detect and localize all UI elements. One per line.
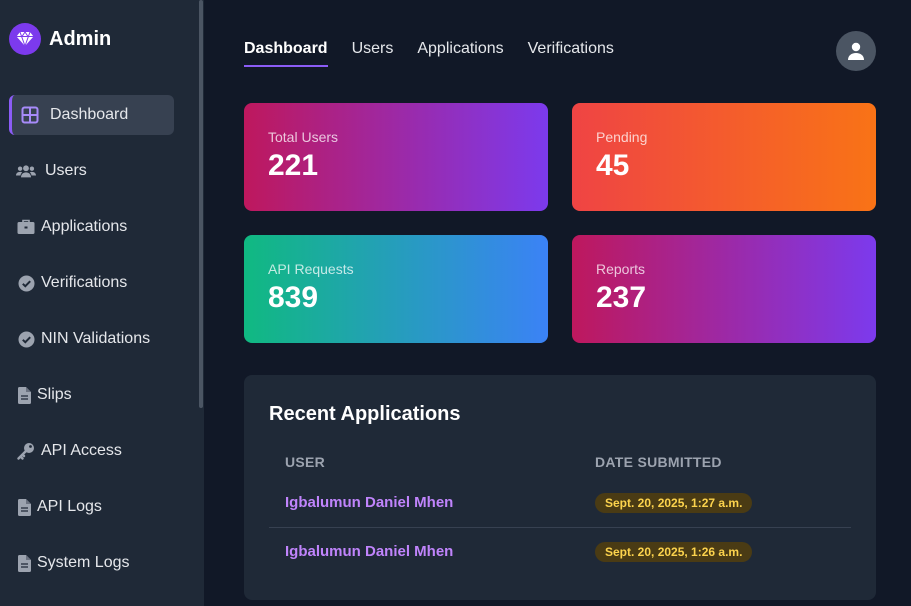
key-icon xyxy=(16,441,36,461)
tab-applications[interactable]: Applications xyxy=(417,40,503,67)
sidebar-item-dashboard[interactable]: Dashboard xyxy=(9,95,174,135)
file-icon xyxy=(16,497,32,517)
sidebar-item-system-logs[interactable]: System Logs xyxy=(9,543,174,583)
briefcase-icon xyxy=(16,217,36,237)
sidebar-item-label: System Logs xyxy=(37,554,130,571)
tab-dashboard[interactable]: Dashboard xyxy=(244,40,328,67)
top-nav: Dashboard Users Applications Verificatio… xyxy=(244,40,638,68)
stat-value: 237 xyxy=(596,281,647,314)
sidebar-scrollbar[interactable] xyxy=(198,0,204,606)
sidebar-item-applications[interactable]: Applications xyxy=(9,207,174,247)
sidebar: Admin Dashboard Users Applications Verif… xyxy=(0,0,204,606)
sidebar-item-users[interactable]: Users xyxy=(9,151,174,191)
avatar[interactable] xyxy=(836,31,876,71)
sidebar-item-label: Applications xyxy=(41,218,128,235)
sidebar-scrollbar-thumb[interactable] xyxy=(199,0,203,408)
sidebar-item-slips[interactable]: Slips xyxy=(9,375,174,415)
sidebar-item-api-access[interactable]: API Access xyxy=(9,431,174,471)
stat-value: 221 xyxy=(268,149,319,182)
brand-name: Admin xyxy=(49,27,112,50)
recent-applications-panel: Recent Applications USER DATE SUBMITTED … xyxy=(244,375,876,600)
date-badge: Sept. 20, 2025, 1:26 a.m. xyxy=(595,542,753,562)
file-icon xyxy=(16,385,32,405)
sidebar-item-label: NIN Validations xyxy=(41,330,151,347)
stat-value: 839 xyxy=(268,281,319,314)
dashboard-grid-icon xyxy=(20,105,40,125)
stat-label: Total Users xyxy=(268,129,339,145)
stat-value: 45 xyxy=(596,149,630,182)
stat-label: API Requests xyxy=(268,261,354,277)
check-circle-icon xyxy=(16,273,36,293)
table-row: Igbalumun Daniel Mhen Sept. 20, 2025, 1:… xyxy=(269,480,851,528)
sidebar-item-label: Verifications xyxy=(41,274,128,291)
column-header-user: USER xyxy=(285,454,326,470)
sidebar-item-label: Slips xyxy=(37,386,72,403)
stat-card-api-requests: API Requests 839 xyxy=(244,235,548,343)
date-badge: Sept. 20, 2025, 1:27 a.m. xyxy=(595,493,753,513)
stat-card-reports: Reports 237 xyxy=(572,235,876,343)
stat-card-pending: Pending 45 xyxy=(572,103,876,211)
sidebar-item-label: Dashboard xyxy=(50,106,129,123)
file-icon xyxy=(16,553,32,573)
stat-label: Reports xyxy=(596,261,646,277)
column-header-date-submitted: DATE SUBMITTED xyxy=(595,454,722,470)
sidebar-item-label: API Logs xyxy=(37,498,102,515)
sidebar-item-verifications[interactable]: Verifications xyxy=(9,263,174,303)
brand[interactable]: Admin xyxy=(9,23,111,55)
stat-label: Pending xyxy=(596,129,648,145)
users-icon xyxy=(16,161,36,181)
user-link[interactable]: Igbalumun Daniel Mhen xyxy=(285,494,453,511)
sidebar-item-nin-validations[interactable]: NIN Validations xyxy=(9,319,174,359)
user-link[interactable]: Igbalumun Daniel Mhen xyxy=(285,543,453,560)
gem-icon xyxy=(9,23,41,55)
sidebar-item-label: Users xyxy=(45,162,87,179)
stat-card-total-users: Total Users 221 xyxy=(244,103,548,211)
check-circle-icon xyxy=(16,329,36,349)
sidebar-item-label: API Access xyxy=(41,442,122,459)
panel-title: Recent Applications xyxy=(269,403,461,425)
table-row: Igbalumun Daniel Mhen Sept. 20, 2025, 1:… xyxy=(269,529,851,577)
tab-verifications[interactable]: Verifications xyxy=(528,40,614,67)
tab-users[interactable]: Users xyxy=(352,40,394,67)
sidebar-item-api-logs[interactable]: API Logs xyxy=(9,487,174,527)
user-icon xyxy=(848,42,864,60)
